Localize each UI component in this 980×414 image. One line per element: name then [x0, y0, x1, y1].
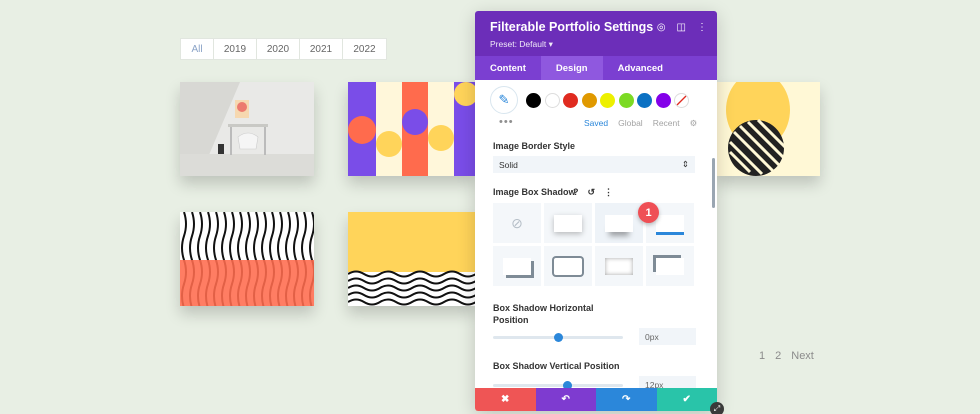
h-position-knob[interactable]: [553, 333, 563, 342]
filter-2022[interactable]: 2022: [343, 39, 386, 59]
help-icon[interactable]: ?: [573, 187, 579, 198]
h-position-slider[interactable]: [493, 333, 623, 342]
filter-2019[interactable]: 2019: [214, 39, 257, 59]
border-style-select[interactable]: Solid ⇕: [493, 156, 695, 173]
filter-2020[interactable]: 2020: [257, 39, 300, 59]
shadow-preset-7[interactable]: [646, 246, 694, 286]
shadow-preset-1[interactable]: [544, 203, 592, 243]
h-position-input[interactable]: 0px: [639, 328, 696, 345]
box-shadow-tools: ? ↺ ⋮: [573, 187, 613, 198]
portfolio-item-circle[interactable]: [716, 82, 820, 176]
swatch-green[interactable]: [618, 92, 634, 108]
shadow-preset-5[interactable]: [544, 246, 592, 286]
no-color-icon[interactable]: [674, 92, 689, 108]
pagination: 1 2 Next: [759, 350, 814, 362]
portfolio-item-arches[interactable]: [348, 82, 476, 176]
swatch-white[interactable]: [544, 92, 560, 108]
portfolio-item-waves-yellow[interactable]: [348, 212, 476, 306]
swatch-blue[interactable]: [637, 92, 652, 108]
resize-icon[interactable]: ⤢: [710, 402, 724, 414]
border-style-label: Image Border Style: [493, 141, 576, 151]
tab-advanced[interactable]: Advanced: [603, 56, 678, 80]
check-icon: ✔: [682, 394, 691, 405]
palette-recent[interactable]: Recent: [653, 118, 680, 129]
portfolio-item-waves-red[interactable]: [180, 212, 314, 306]
shadow-preset-none[interactable]: ⊘: [493, 203, 541, 243]
step-badge: 1: [638, 202, 659, 223]
page-1-link[interactable]: 1: [759, 350, 765, 362]
gear-icon[interactable]: ⚙: [690, 118, 698, 129]
shadow-preset-2[interactable]: [595, 203, 643, 243]
none-icon: ⊘: [511, 214, 523, 231]
shadow-preset-4[interactable]: [493, 246, 541, 286]
swatch-orange[interactable]: [581, 92, 597, 108]
palette-saved[interactable]: Saved: [584, 118, 608, 129]
swatch-red[interactable]: [563, 92, 578, 108]
filter-all[interactable]: All: [181, 39, 214, 59]
modal-tabs: Content Design Advanced: [475, 56, 717, 80]
modal-scrollbar[interactable]: [712, 158, 715, 208]
eyedropper-icon[interactable]: ✎: [490, 86, 518, 114]
shadow-preset-6[interactable]: [595, 246, 643, 286]
reset-icon[interactable]: ↺: [588, 187, 596, 198]
cancel-button[interactable]: ✖: [475, 388, 536, 411]
more-dots-icon[interactable]: •••: [499, 116, 514, 128]
settings-modal: Filterable Portfolio Settings Preset: De…: [475, 11, 717, 411]
palette-global[interactable]: Global: [618, 118, 643, 129]
page-2-link[interactable]: 2: [775, 350, 781, 362]
border-style-value: Solid: [499, 159, 518, 170]
redo-button[interactable]: ↷: [596, 388, 657, 411]
filter-2021[interactable]: 2021: [300, 39, 343, 59]
save-button[interactable]: ✔: [656, 388, 717, 411]
v-position-slider[interactable]: [493, 381, 623, 388]
color-swatches: ✎: [490, 86, 693, 114]
v-position-input[interactable]: 12px: [639, 376, 696, 388]
close-icon: ✖: [501, 394, 510, 405]
box-shadow-presets: ⊘: [493, 203, 695, 286]
swatch-yellow[interactable]: [600, 92, 615, 108]
select-arrows-icon: ⇕: [681, 159, 689, 169]
portfolio-filter-bar: All 2019 2020 2021 2022: [180, 38, 387, 60]
modal-body: ✎ ••• Saved Global Recent ⚙ Image Border…: [475, 80, 717, 388]
preset-dropdown[interactable]: Preset: Default ▾: [490, 39, 702, 50]
redo-icon: ↷: [622, 394, 631, 405]
tab-content[interactable]: Content: [475, 56, 541, 80]
options-icon[interactable]: ⋮: [604, 187, 613, 198]
h-position-label: Box Shadow Horizontal Position: [493, 303, 594, 325]
next-page-link[interactable]: Next: [791, 350, 814, 362]
undo-icon: ↶: [561, 394, 570, 405]
swatch-purple[interactable]: [655, 92, 671, 108]
tab-design[interactable]: Design: [540, 56, 603, 80]
v-position-knob[interactable]: [562, 381, 572, 388]
modal-header: Filterable Portfolio Settings Preset: De…: [475, 11, 717, 56]
more-icon[interactable]: ⋮: [697, 22, 707, 33]
undo-button[interactable]: ↶: [535, 388, 596, 411]
target-icon[interactable]: ◎: [657, 22, 666, 33]
modal-footer: ✖ ↶ ↷ ✔: [475, 388, 717, 411]
palette-tabs: Saved Global Recent ⚙: [584, 118, 697, 129]
v-position-label: Box Shadow Vertical Position: [493, 361, 620, 371]
portfolio-item-chair[interactable]: [180, 82, 314, 176]
box-shadow-label: Image Box Shadow: [493, 187, 576, 197]
swatch-black[interactable]: [526, 92, 541, 108]
sidebar-icon[interactable]: ◫: [677, 22, 686, 33]
